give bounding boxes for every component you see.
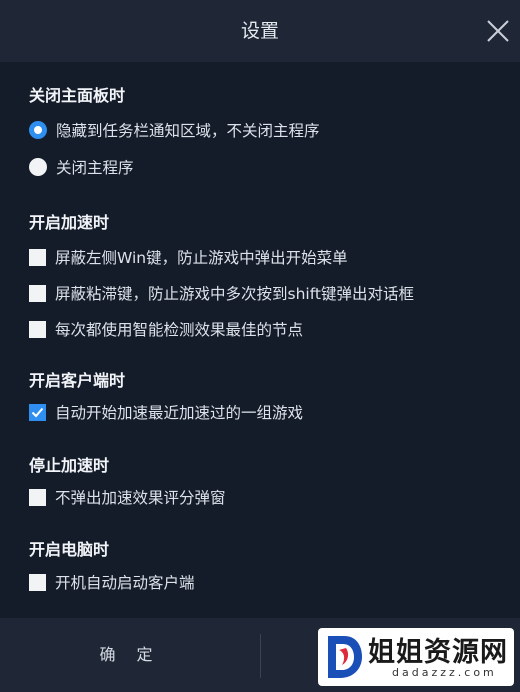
- checkbox-option-block-win-key[interactable]: 屏蔽左侧Win键，防止游戏中弹出开始菜单: [29, 245, 348, 269]
- radio-unchecked-icon[interactable]: [29, 158, 47, 176]
- title-bar: 设置: [0, 0, 520, 62]
- option-label: 不弹出加速效果评分弹窗: [55, 489, 226, 507]
- watermark: 姐姐资源网 dadazzz.com: [318, 628, 514, 686]
- checkbox-unchecked-icon[interactable]: [29, 488, 46, 506]
- checkbox-unchecked-icon[interactable]: [29, 320, 46, 338]
- radio-option-close-program[interactable]: 关闭主程序: [29, 155, 134, 179]
- window-title: 设置: [240, 20, 279, 42]
- section-title-start-accel: 开启加速时: [29, 213, 110, 232]
- checkbox-option-smart-node[interactable]: 每次都使用智能检测效果最佳的节点: [29, 317, 303, 341]
- section-title-close-panel: 关闭主面板时: [29, 86, 126, 105]
- option-label: 关闭主程序: [56, 159, 134, 177]
- checkbox-unchecked-icon[interactable]: [29, 248, 46, 266]
- checkbox-checked-icon[interactable]: [29, 403, 46, 421]
- radio-option-hide-to-tray[interactable]: 隐藏到任务栏通知区域，不关闭主程序: [29, 118, 320, 142]
- section-title-stop-accel: 停止加速时: [29, 456, 110, 475]
- watermark-logo-icon: [328, 636, 362, 678]
- checkbox-option-auto-accel[interactable]: 自动开始加速最近加速过的一组游戏: [29, 400, 303, 424]
- option-label: 自动开始加速最近加速过的一组游戏: [55, 404, 304, 422]
- checkbox-unchecked-icon[interactable]: [29, 284, 46, 302]
- checkbox-option-no-rating-popup[interactable]: 不弹出加速效果评分弹窗: [29, 485, 226, 509]
- watermark-url: dadazzz.com: [392, 666, 497, 679]
- option-label: 隐藏到任务栏通知区域，不关闭主程序: [56, 122, 320, 140]
- section-title-start-pc: 开启电脑时: [29, 540, 110, 559]
- watermark-text: 姐姐资源网: [368, 637, 508, 668]
- section-title-start-client: 开启客户端时: [29, 371, 126, 390]
- settings-content: 关闭主面板时 隐藏到任务栏通知区域，不关闭主程序 关闭主程序 开启加速时 屏蔽左…: [0, 62, 520, 618]
- check-icon: [31, 407, 44, 417]
- option-label: 屏蔽粘滞键，防止游戏中多次按到shift键弹出对话框: [55, 285, 414, 303]
- checkbox-option-block-sticky-keys[interactable]: 屏蔽粘滞键，防止游戏中多次按到shift键弹出对话框: [29, 281, 414, 305]
- close-icon[interactable]: [485, 18, 511, 44]
- option-label: 屏蔽左侧Win键，防止游戏中弹出开始菜单: [55, 249, 348, 267]
- dialog-footer: 确 定 姐姐资源网 dadazzz.com: [0, 618, 520, 692]
- checkbox-option-autostart[interactable]: 开机自动启动客户端: [29, 570, 195, 594]
- ok-button[interactable]: 确 定: [60, 632, 200, 678]
- checkbox-unchecked-icon[interactable]: [29, 573, 46, 591]
- button-divider: [260, 634, 261, 678]
- radio-checked-icon[interactable]: [29, 121, 47, 139]
- option-label: 每次都使用智能检测效果最佳的节点: [55, 321, 304, 339]
- option-label: 开机自动启动客户端: [55, 574, 195, 592]
